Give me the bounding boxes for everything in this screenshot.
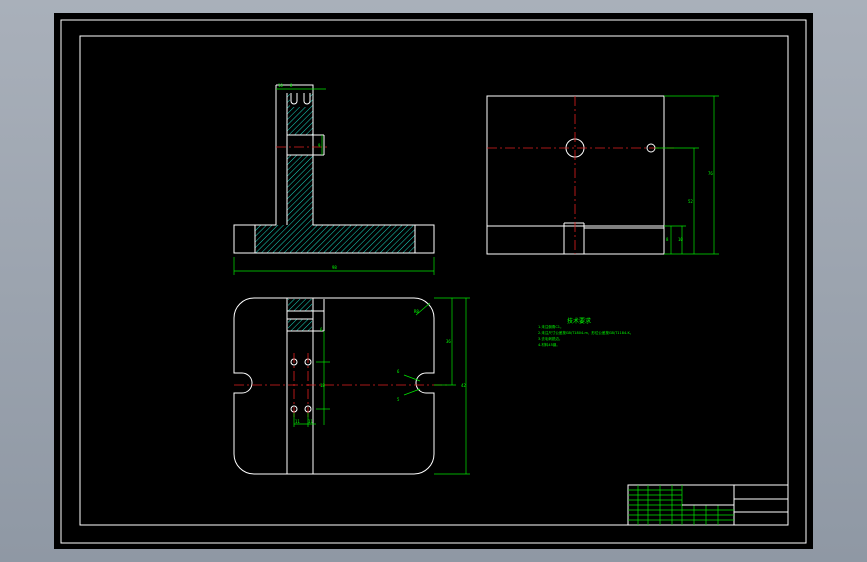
plan-view: 42 36 R8 6 5 18 6 11 11 (233, 297, 470, 475)
dim-top-slot-a: 10 (278, 83, 283, 88)
notes-line-4: 4.材料45钢。 (538, 342, 560, 347)
dim-plan-height-a: 36 (446, 339, 451, 344)
front-hole (287, 135, 313, 155)
notes-line-2: 2.未注尺寸公差按GB/T1804-m，形位公差按GB/T1184-K。 (538, 330, 633, 335)
side-view: 76 52 8 10 (486, 95, 719, 255)
cad-viewport[interactable]: 98 10 8 9 76 52 8 10 42 36 R8 6 5 18 6 1… (0, 0, 867, 562)
dim-plan-width-small: 11 (295, 419, 300, 424)
dim-side-total-height: 76 (708, 171, 713, 176)
front-stem-hatch (287, 93, 313, 225)
technical-notes: 技术要求 1.未注倒角C1。 2.未注尺寸公差按GB/T1804-m，形位公差按… (538, 317, 633, 347)
side-outline (486, 95, 665, 255)
dim-plan-hole-pitch: 18 (320, 383, 325, 388)
dim-plan-slot-a: 6 (397, 369, 400, 374)
dim-plan-slot-b: 5 (397, 397, 400, 402)
notes-title: 技术要求 (567, 317, 591, 325)
front-view: 98 10 8 9 (233, 83, 435, 275)
front-base-hatch (255, 225, 415, 253)
dim-plan-width-small2: 11 (308, 419, 313, 424)
dim-plan-height-b: 42 (461, 383, 466, 388)
outer-frame (60, 19, 807, 544)
dim-side-step-b: 10 (678, 237, 683, 242)
notes-line-3: 3.去毛刺锐边。 (538, 336, 562, 341)
dim-side-hole-height: 52 (688, 199, 693, 204)
dim-front-base-width: 98 (332, 265, 337, 270)
dim-side-step-a: 8 (666, 237, 669, 242)
drawing-svg: 98 10 8 9 76 52 8 10 42 36 R8 6 5 18 6 1… (60, 19, 807, 544)
dim-plan-radius: R8 (414, 309, 419, 314)
title-block (627, 484, 789, 526)
plan-outline (233, 297, 435, 475)
drawing-canvas[interactable]: 98 10 8 9 76 52 8 10 42 36 R8 6 5 18 6 1… (54, 13, 813, 549)
notes-line-1: 1.未注倒角C1。 (538, 324, 564, 329)
